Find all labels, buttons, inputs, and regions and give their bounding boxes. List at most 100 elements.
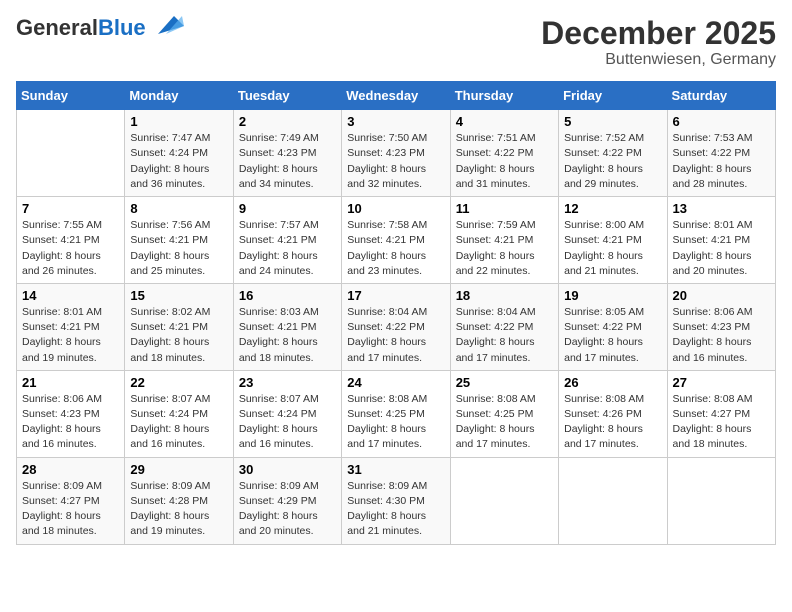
day-number: 13 (673, 201, 770, 216)
page-subtitle: Buttenwiesen, Germany (541, 51, 776, 69)
day-info: Sunrise: 7:55 AMSunset: 4:21 PMDaylight:… (22, 219, 102, 277)
calendar-cell: 10 Sunrise: 7:58 AMSunset: 4:21 PMDaylig… (342, 197, 450, 284)
calendar-cell: 16 Sunrise: 8:03 AMSunset: 4:21 PMDaylig… (233, 283, 341, 370)
calendar-week-row: 14 Sunrise: 8:01 AMSunset: 4:21 PMDaylig… (17, 283, 776, 370)
day-number: 21 (22, 375, 119, 390)
calendar-weekday: Saturday (667, 82, 775, 110)
title-block: December 2025 Buttenwiesen, Germany (541, 16, 776, 69)
day-info: Sunrise: 8:01 AMSunset: 4:21 PMDaylight:… (673, 219, 753, 277)
day-info: Sunrise: 8:09 AMSunset: 4:27 PMDaylight:… (22, 480, 102, 538)
day-number: 25 (456, 375, 553, 390)
calendar-cell: 27 Sunrise: 8:08 AMSunset: 4:27 PMDaylig… (667, 370, 775, 457)
day-info: Sunrise: 8:00 AMSunset: 4:21 PMDaylight:… (564, 219, 644, 277)
calendar-cell: 28 Sunrise: 8:09 AMSunset: 4:27 PMDaylig… (17, 457, 125, 544)
day-number: 1 (130, 114, 227, 129)
day-number: 22 (130, 375, 227, 390)
day-number: 18 (456, 288, 553, 303)
day-number: 5 (564, 114, 661, 129)
day-info: Sunrise: 8:07 AMSunset: 4:24 PMDaylight:… (130, 393, 210, 451)
day-number: 17 (347, 288, 444, 303)
calendar-cell: 9 Sunrise: 7:57 AMSunset: 4:21 PMDayligh… (233, 197, 341, 284)
calendar-cell (667, 457, 775, 544)
logo: GeneralBlue (16, 16, 184, 40)
day-info: Sunrise: 8:08 AMSunset: 4:26 PMDaylight:… (564, 393, 644, 451)
day-number: 8 (130, 201, 227, 216)
calendar-cell: 24 Sunrise: 8:08 AMSunset: 4:25 PMDaylig… (342, 370, 450, 457)
day-info: Sunrise: 8:05 AMSunset: 4:22 PMDaylight:… (564, 306, 644, 364)
calendar-cell: 18 Sunrise: 8:04 AMSunset: 4:22 PMDaylig… (450, 283, 558, 370)
calendar-cell: 4 Sunrise: 7:51 AMSunset: 4:22 PMDayligh… (450, 110, 558, 197)
day-number: 9 (239, 201, 336, 216)
calendar-cell (17, 110, 125, 197)
calendar-cell: 13 Sunrise: 8:01 AMSunset: 4:21 PMDaylig… (667, 197, 775, 284)
day-info: Sunrise: 8:06 AMSunset: 4:23 PMDaylight:… (673, 306, 753, 364)
day-number: 15 (130, 288, 227, 303)
day-info: Sunrise: 8:04 AMSunset: 4:22 PMDaylight:… (456, 306, 536, 364)
calendar-weekday: Thursday (450, 82, 558, 110)
calendar-cell: 1 Sunrise: 7:47 AMSunset: 4:24 PMDayligh… (125, 110, 233, 197)
day-info: Sunrise: 8:06 AMSunset: 4:23 PMDaylight:… (22, 393, 102, 451)
day-info: Sunrise: 8:01 AMSunset: 4:21 PMDaylight:… (22, 306, 102, 364)
day-number: 11 (456, 201, 553, 216)
day-number: 26 (564, 375, 661, 390)
page-header: GeneralBlue December 2025 Buttenwiesen, … (16, 16, 776, 69)
calendar-body: 1 Sunrise: 7:47 AMSunset: 4:24 PMDayligh… (17, 110, 776, 544)
day-number: 16 (239, 288, 336, 303)
day-number: 28 (22, 462, 119, 477)
calendar-weekday: Wednesday (342, 82, 450, 110)
calendar-cell: 19 Sunrise: 8:05 AMSunset: 4:22 PMDaylig… (559, 283, 667, 370)
day-info: Sunrise: 7:47 AMSunset: 4:24 PMDaylight:… (130, 132, 210, 190)
calendar-cell: 14 Sunrise: 8:01 AMSunset: 4:21 PMDaylig… (17, 283, 125, 370)
calendar-table: SundayMondayTuesdayWednesdayThursdayFrid… (16, 81, 776, 544)
calendar-weekday: Sunday (17, 82, 125, 110)
day-info: Sunrise: 7:50 AMSunset: 4:23 PMDaylight:… (347, 132, 427, 190)
day-info: Sunrise: 7:56 AMSunset: 4:21 PMDaylight:… (130, 219, 210, 277)
day-number: 3 (347, 114, 444, 129)
day-number: 6 (673, 114, 770, 129)
calendar-cell: 3 Sunrise: 7:50 AMSunset: 4:23 PMDayligh… (342, 110, 450, 197)
calendar-cell: 11 Sunrise: 7:59 AMSunset: 4:21 PMDaylig… (450, 197, 558, 284)
page-title: December 2025 (541, 16, 776, 51)
logo-text: GeneralBlue (16, 17, 146, 39)
day-number: 23 (239, 375, 336, 390)
day-number: 10 (347, 201, 444, 216)
day-info: Sunrise: 8:08 AMSunset: 4:25 PMDaylight:… (347, 393, 427, 451)
day-number: 12 (564, 201, 661, 216)
day-info: Sunrise: 7:57 AMSunset: 4:21 PMDaylight:… (239, 219, 319, 277)
calendar-weekday: Monday (125, 82, 233, 110)
calendar-cell (559, 457, 667, 544)
calendar-cell: 5 Sunrise: 7:52 AMSunset: 4:22 PMDayligh… (559, 110, 667, 197)
day-info: Sunrise: 7:59 AMSunset: 4:21 PMDaylight:… (456, 219, 536, 277)
calendar-cell: 2 Sunrise: 7:49 AMSunset: 4:23 PMDayligh… (233, 110, 341, 197)
day-number: 4 (456, 114, 553, 129)
calendar-week-row: 21 Sunrise: 8:06 AMSunset: 4:23 PMDaylig… (17, 370, 776, 457)
calendar-header-row: SundayMondayTuesdayWednesdayThursdayFrid… (17, 82, 776, 110)
day-info: Sunrise: 8:09 AMSunset: 4:28 PMDaylight:… (130, 480, 210, 538)
logo-icon (148, 12, 184, 40)
calendar-cell: 7 Sunrise: 7:55 AMSunset: 4:21 PMDayligh… (17, 197, 125, 284)
calendar-cell: 23 Sunrise: 8:07 AMSunset: 4:24 PMDaylig… (233, 370, 341, 457)
day-info: Sunrise: 7:52 AMSunset: 4:22 PMDaylight:… (564, 132, 644, 190)
calendar-week-row: 28 Sunrise: 8:09 AMSunset: 4:27 PMDaylig… (17, 457, 776, 544)
calendar-cell: 29 Sunrise: 8:09 AMSunset: 4:28 PMDaylig… (125, 457, 233, 544)
day-number: 14 (22, 288, 119, 303)
day-info: Sunrise: 8:08 AMSunset: 4:27 PMDaylight:… (673, 393, 753, 451)
calendar-cell: 20 Sunrise: 8:06 AMSunset: 4:23 PMDaylig… (667, 283, 775, 370)
calendar-cell: 22 Sunrise: 8:07 AMSunset: 4:24 PMDaylig… (125, 370, 233, 457)
calendar-weekday: Tuesday (233, 82, 341, 110)
calendar-cell: 12 Sunrise: 8:00 AMSunset: 4:21 PMDaylig… (559, 197, 667, 284)
day-number: 20 (673, 288, 770, 303)
day-info: Sunrise: 8:09 AMSunset: 4:29 PMDaylight:… (239, 480, 319, 538)
calendar-cell: 30 Sunrise: 8:09 AMSunset: 4:29 PMDaylig… (233, 457, 341, 544)
day-info: Sunrise: 7:49 AMSunset: 4:23 PMDaylight:… (239, 132, 319, 190)
day-number: 31 (347, 462, 444, 477)
day-number: 29 (130, 462, 227, 477)
calendar-week-row: 7 Sunrise: 7:55 AMSunset: 4:21 PMDayligh… (17, 197, 776, 284)
calendar-cell: 8 Sunrise: 7:56 AMSunset: 4:21 PMDayligh… (125, 197, 233, 284)
calendar-cell (450, 457, 558, 544)
day-number: 2 (239, 114, 336, 129)
day-info: Sunrise: 7:58 AMSunset: 4:21 PMDaylight:… (347, 219, 427, 277)
day-info: Sunrise: 8:03 AMSunset: 4:21 PMDaylight:… (239, 306, 319, 364)
calendar-cell: 17 Sunrise: 8:04 AMSunset: 4:22 PMDaylig… (342, 283, 450, 370)
calendar-cell: 26 Sunrise: 8:08 AMSunset: 4:26 PMDaylig… (559, 370, 667, 457)
